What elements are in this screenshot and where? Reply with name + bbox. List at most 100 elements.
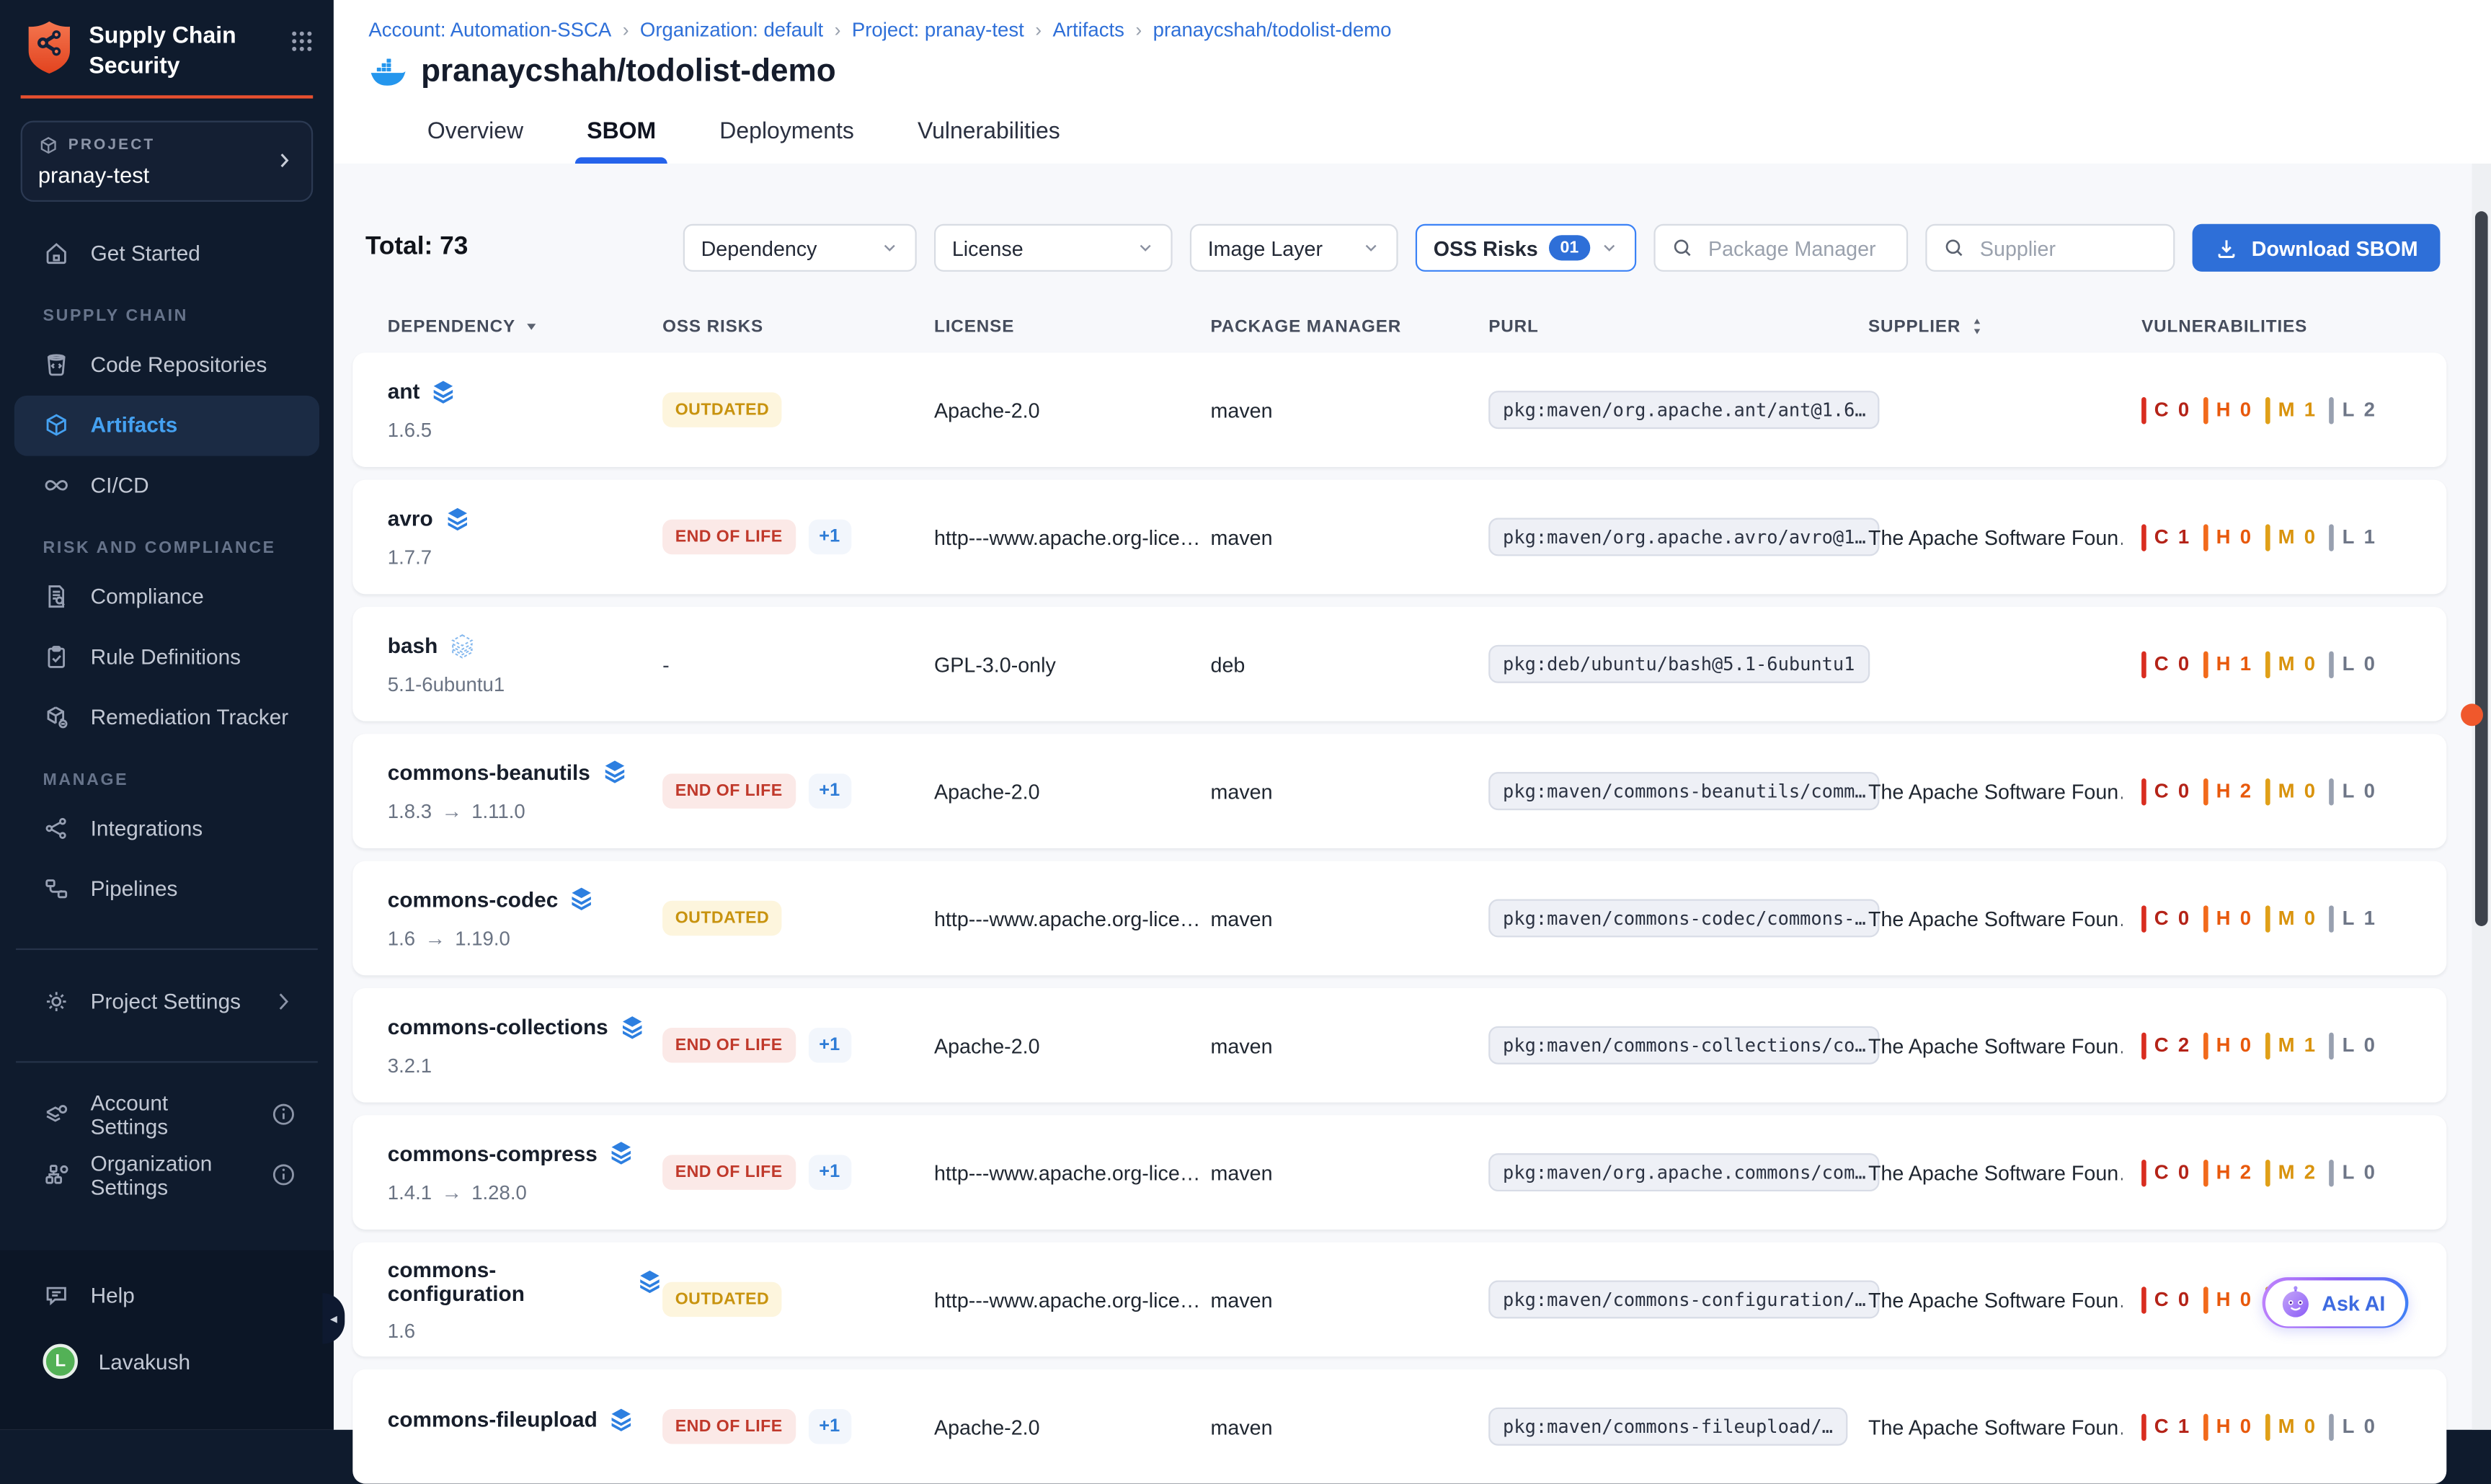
sidebar-item-ci-cd[interactable]: CI/CD xyxy=(14,456,319,516)
supplier-value: The Apache Software Foun… xyxy=(1868,1160,2123,1184)
sidebar-item-compliance[interactable]: Compliance xyxy=(14,567,319,627)
help-chat-icon xyxy=(43,1281,70,1308)
package-manager-value: deb xyxy=(1211,652,1489,676)
ask-ai-button[interactable]: Ask AI xyxy=(2263,1277,2409,1328)
project-selector[interactable]: PROJECT pranay-test xyxy=(21,120,314,201)
sidebar-item-code-repositories[interactable]: Code Repositories xyxy=(14,334,319,395)
dependency-filter-dropdown[interactable]: Dependency xyxy=(683,224,917,272)
user-menu[interactable]: L Lavakush xyxy=(14,1333,319,1390)
oss-risks-filter-dropdown[interactable]: OSS Risks 01 xyxy=(1416,224,1636,272)
brand-divider xyxy=(21,95,314,98)
oss-risk-more-badge[interactable]: +1 xyxy=(808,1409,851,1444)
pipeline-icon xyxy=(43,876,70,902)
license-value: Apache-2.0 xyxy=(934,1034,1211,1057)
download-icon xyxy=(2215,236,2239,259)
sidebar-item-label: Rule Definitions xyxy=(91,645,241,669)
vuln-count-l: L0 xyxy=(2330,651,2375,677)
purl-chip[interactable]: pkg:maven/commons-fileupload/… xyxy=(1488,1408,1847,1446)
vuln-count-m: M1 xyxy=(2265,1032,2315,1059)
dependency-version: 1.6→1.19.0 xyxy=(388,926,662,950)
sidebar-footer: Help L Lavakush xyxy=(0,1250,334,1430)
page-header: Account: Automation-SSCA › Organization: d… xyxy=(334,0,2491,165)
dependency-version: 1.8.3→1.11.0 xyxy=(388,799,662,823)
image-layer-filter-dropdown[interactable]: Image Layer xyxy=(1190,224,1398,272)
vuln-count-m: M0 xyxy=(2265,651,2315,677)
tab-overview[interactable]: Overview xyxy=(416,119,534,164)
sidebar-item-artifacts[interactable]: Artifacts xyxy=(14,395,319,456)
sidebar-item-organization-settings[interactable]: Organization Settings xyxy=(14,1145,319,1205)
purl-chip[interactable]: pkg:maven/org.apache.ant/ant@1.6… xyxy=(1488,391,1880,429)
purl-chip[interactable]: pkg:maven/commons-codec/commons-… xyxy=(1488,899,1880,938)
column-header-oss-risks: OSS RISKS xyxy=(662,317,934,336)
sidebar-item-project-settings[interactable]: Project Settings xyxy=(14,972,319,1032)
project-cube-icon xyxy=(38,135,59,156)
dependency-name: bash xyxy=(388,634,438,657)
column-header-vulnerabilities: VULNERABILITIES xyxy=(2141,317,2446,336)
sidebar-item-pipelines[interactable]: Pipelines xyxy=(14,859,319,920)
apps-grid-icon[interactable] xyxy=(289,29,314,54)
oss-risk-more-badge[interactable]: +1 xyxy=(808,773,851,808)
license-value: Apache-2.0 xyxy=(934,1415,1211,1439)
org-gear-icon xyxy=(43,1162,70,1188)
supplier-search-input[interactable] xyxy=(1976,234,2157,261)
dependency-version: 5.1-6ubuntu1→ xyxy=(388,672,662,695)
column-header-dependency[interactable]: DEPENDENCY xyxy=(388,317,662,336)
package-manager-search[interactable] xyxy=(1654,224,1909,272)
table-row[interactable]: commons-compress 1.4.1→1.28.0 END OF LIF… xyxy=(352,1115,2446,1230)
purl-chip[interactable]: pkg:maven/org.apache.avro/avro@1… xyxy=(1488,518,1880,556)
purl-chip[interactable]: pkg:maven/org.apache.commons/com… xyxy=(1488,1153,1880,1191)
oss-risk-more-badge[interactable]: +1 xyxy=(808,1155,851,1189)
table-row[interactable]: commons-configuration 1.6→ OUTDATED http… xyxy=(352,1243,2446,1357)
breadcrumb-link-0[interactable]: Account: Automation-SSCA xyxy=(368,19,611,41)
table-row[interactable]: commons-beanutils 1.8.3→1.11.0 END OF LI… xyxy=(352,734,2446,848)
oss-risk-more-badge[interactable]: +1 xyxy=(808,520,851,554)
scrollbar-thumb[interactable] xyxy=(2475,211,2488,926)
sidebar-item-get-started[interactable]: Get Started xyxy=(14,223,319,284)
table-row[interactable]: bash 5.1-6ubuntu1→ - GPL-3.0-only deb pk… xyxy=(352,607,2446,721)
scrollbar-track[interactable] xyxy=(2472,164,2491,1430)
purl-chip[interactable]: pkg:maven/commons-configuration/… xyxy=(1488,1280,1880,1318)
supplier-value: The Apache Software Foun… xyxy=(1868,906,2123,930)
sidebar-item-rule-definitions[interactable]: Rule Definitions xyxy=(14,627,319,688)
package-manager-search-input[interactable] xyxy=(1705,234,1891,261)
cube-wrench-icon xyxy=(43,704,70,731)
dependency-version: 1.7.7→ xyxy=(388,546,662,568)
breadcrumb-link-1[interactable]: Organization: default xyxy=(640,19,823,41)
purl-chip[interactable]: pkg:deb/ubuntu/bash@5.1-6ubuntu1 xyxy=(1488,645,1869,683)
download-sbom-button[interactable]: Download SBOM xyxy=(2193,224,2440,272)
supplier-search[interactable] xyxy=(1926,224,2175,272)
vuln-count-c: C0 xyxy=(2141,905,2189,931)
table-row[interactable]: commons-codec 1.6→1.19.0 OUTDATED http--… xyxy=(352,861,2446,976)
license-filter-dropdown[interactable]: License xyxy=(935,224,1173,272)
breadcrumb-link-2[interactable]: Project: pranay-test xyxy=(852,19,1024,41)
tab-deployments[interactable]: Deployments xyxy=(709,119,865,164)
search-icon xyxy=(1671,236,1694,259)
table-row[interactable]: commons-collections 3.2.1→ END OF LIFE +… xyxy=(352,988,2446,1103)
chevron-right-icon xyxy=(270,988,297,1015)
gear-icon xyxy=(43,988,70,1015)
layers-icon xyxy=(569,887,595,912)
notification-dot[interactable] xyxy=(2461,703,2483,726)
table-row[interactable]: avro 1.7.7→ END OF LIFE +1 http---www.ap… xyxy=(352,480,2446,595)
tab-sbom[interactable]: SBOM xyxy=(576,119,667,164)
sidebar-item-label: Project Settings xyxy=(91,990,241,1014)
table-row[interactable]: commons-fileupload → END OF LIFE +1 Apac… xyxy=(352,1369,2446,1484)
sidebar-item-integrations[interactable]: Integrations xyxy=(14,799,319,859)
purl-chip[interactable]: pkg:maven/commons-beanutils/comm… xyxy=(1488,772,1880,810)
breadcrumb-separator: › xyxy=(1035,19,1042,41)
breadcrumb-link-4[interactable]: pranaycshah/todolist-demo xyxy=(1153,19,1392,41)
oss-risk-more-badge[interactable]: +1 xyxy=(808,1028,851,1062)
sidebar-item-help[interactable]: Help xyxy=(14,1266,319,1323)
sidebar-item-account-settings[interactable]: Account Settings xyxy=(14,1085,319,1145)
sidebar-item-remediation-tracker[interactable]: Remediation Tracker xyxy=(14,688,319,748)
purl-chip[interactable]: pkg:maven/commons-collections/co… xyxy=(1488,1026,1880,1065)
chevron-down-icon xyxy=(881,239,900,257)
chevron-down-icon xyxy=(1600,239,1619,257)
vuln-count-h: H0 xyxy=(2203,1286,2251,1312)
column-header-supplier[interactable]: SUPPLIER xyxy=(1868,316,2141,337)
tab-vulnerabilities[interactable]: Vulnerabilities xyxy=(907,119,1072,164)
vuln-count-c: C0 xyxy=(2141,1286,2189,1312)
table-row[interactable]: ant 1.6.5→ OUTDATED Apache-2.0 maven pkg… xyxy=(352,352,2446,467)
breadcrumb-link-3[interactable]: Artifacts xyxy=(1052,19,1124,41)
dependency-name: commons-beanutils xyxy=(388,760,590,784)
